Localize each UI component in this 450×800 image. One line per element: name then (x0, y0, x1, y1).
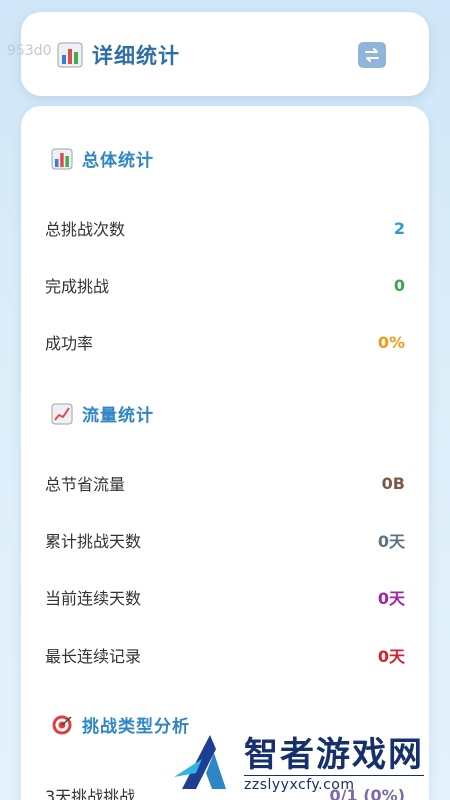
refresh-icon (365, 48, 379, 62)
stat-label: 最长连续记录 (45, 647, 142, 666)
watermark-url: zzslyyxcfy.com (244, 775, 424, 793)
section-title: 总体统计 (82, 151, 154, 171)
stat-value: 2 (393, 218, 405, 238)
watermark-title: 智者游戏网 (244, 735, 424, 775)
page-title: 详细统计 (92, 44, 180, 68)
stat-label: 当前连续天数 (45, 589, 142, 608)
site-watermark: 智者游戏网 zzslyyxcfy.com (170, 728, 450, 800)
line-chart-icon (50, 402, 74, 426)
section-types-header: 挑战类型分析 (50, 712, 190, 737)
stat-label: 完成挑战 (45, 277, 110, 296)
stat-row-longest-streak: 最长连续记录 0天 (45, 640, 405, 670)
stat-row-total-challenges: 总挑战次数 2 (45, 213, 405, 243)
stat-value: 0天 (377, 589, 405, 608)
stat-label: 成功率 (45, 334, 94, 353)
stat-value: 0天 (377, 532, 405, 551)
page-header: 详细统计 (56, 40, 180, 70)
stat-value: 0B (381, 473, 405, 493)
stat-value: 0 (393, 275, 405, 295)
stat-label: 总节省流量 (45, 475, 126, 494)
stat-row-current-streak: 当前连续天数 0天 (45, 582, 405, 612)
section-overall-header: 总体统计 (50, 146, 154, 171)
bar-chart-icon (50, 147, 74, 171)
stat-label: 累计挑战天数 (45, 532, 142, 551)
stat-value: 0天 (377, 647, 405, 666)
ghost-text: 953d0 (7, 43, 52, 59)
stat-label: 3天挑战挑战 (45, 787, 136, 800)
stat-row-total-days: 累计挑战天数 0天 (45, 525, 405, 555)
bar-chart-icon (56, 41, 84, 69)
stat-row-saved-traffic: 总节省流量 0B (45, 468, 405, 498)
stat-label: 总挑战次数 (45, 220, 126, 239)
stat-value: 0% (377, 332, 405, 352)
stats-card (21, 106, 429, 800)
section-traffic-header: 流量统计 (50, 401, 154, 426)
watermark-logo-icon (174, 735, 226, 789)
target-icon (50, 713, 74, 737)
stat-row-completed: 完成挑战 0 (45, 270, 405, 300)
stat-row-success-rate: 成功率 0% (45, 327, 405, 357)
refresh-button[interactable] (358, 42, 386, 68)
section-title: 流量统计 (82, 406, 154, 426)
